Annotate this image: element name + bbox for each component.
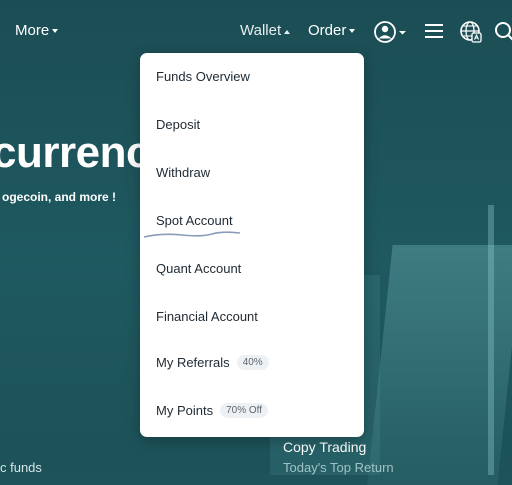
points-badge: 70% Off	[220, 403, 269, 418]
language-button[interactable]	[459, 20, 483, 49]
nav-order-label: Order	[308, 22, 347, 39]
caret-down-icon	[52, 28, 59, 33]
menu-item-label: My Referrals	[156, 355, 230, 370]
hero-decoration	[488, 205, 494, 475]
menu-item-my-points[interactable]: My Points 70% Off	[156, 403, 269, 418]
caret-down-icon	[349, 28, 356, 33]
menu-button[interactable]	[424, 21, 444, 46]
hero-title: currenc	[0, 128, 150, 177]
menu-item-quant-account[interactable]: Quant Account	[156, 261, 241, 276]
menu-item-label: Quant Account	[156, 261, 242, 276]
globe-icon	[460, 21, 482, 43]
menu-item-my-referrals[interactable]: My Referrals 40%	[156, 355, 269, 370]
cursor-highlight-mark	[143, 231, 241, 238]
search-icon	[495, 22, 512, 41]
nav-more-label: More	[15, 22, 50, 39]
nav-wallet[interactable]: Wallet	[240, 22, 291, 39]
menu-item-label: Funds Overview	[156, 69, 250, 84]
menu-item-financial-account[interactable]: Financial Account	[156, 309, 258, 324]
menu-item-label: Financial Account	[156, 309, 258, 324]
user-menu-button[interactable]	[373, 19, 409, 50]
menu-item-label: Spot Account	[156, 213, 233, 228]
menu-icon	[425, 24, 443, 38]
nav-more[interactable]: More	[15, 22, 59, 39]
menu-item-label: My Points	[156, 403, 214, 418]
menu-item-withdraw[interactable]: Withdraw	[156, 165, 210, 180]
menu-item-funds-overview[interactable]: Funds Overview	[156, 69, 250, 84]
menu-item-spot-account[interactable]: Spot Account	[156, 213, 233, 228]
caret-up-icon	[284, 29, 291, 34]
hero-subtitle: ogecoin, and more !	[2, 190, 117, 204]
referrals-badge: 40%	[236, 355, 269, 370]
nav-order[interactable]: Order	[308, 22, 356, 39]
menu-item-deposit[interactable]: Deposit	[156, 117, 200, 132]
user-icon	[374, 21, 406, 43]
menu-item-label: Withdraw	[156, 165, 211, 180]
search-button[interactable]	[494, 21, 512, 48]
wallet-dropdown-menu: Funds Overview Deposit Withdraw Spot Acc…	[140, 53, 364, 437]
nav-wallet-label: Wallet	[240, 22, 282, 39]
copy-trading-title[interactable]: Copy Trading	[283, 439, 366, 455]
menu-item-label: Deposit	[156, 117, 201, 132]
